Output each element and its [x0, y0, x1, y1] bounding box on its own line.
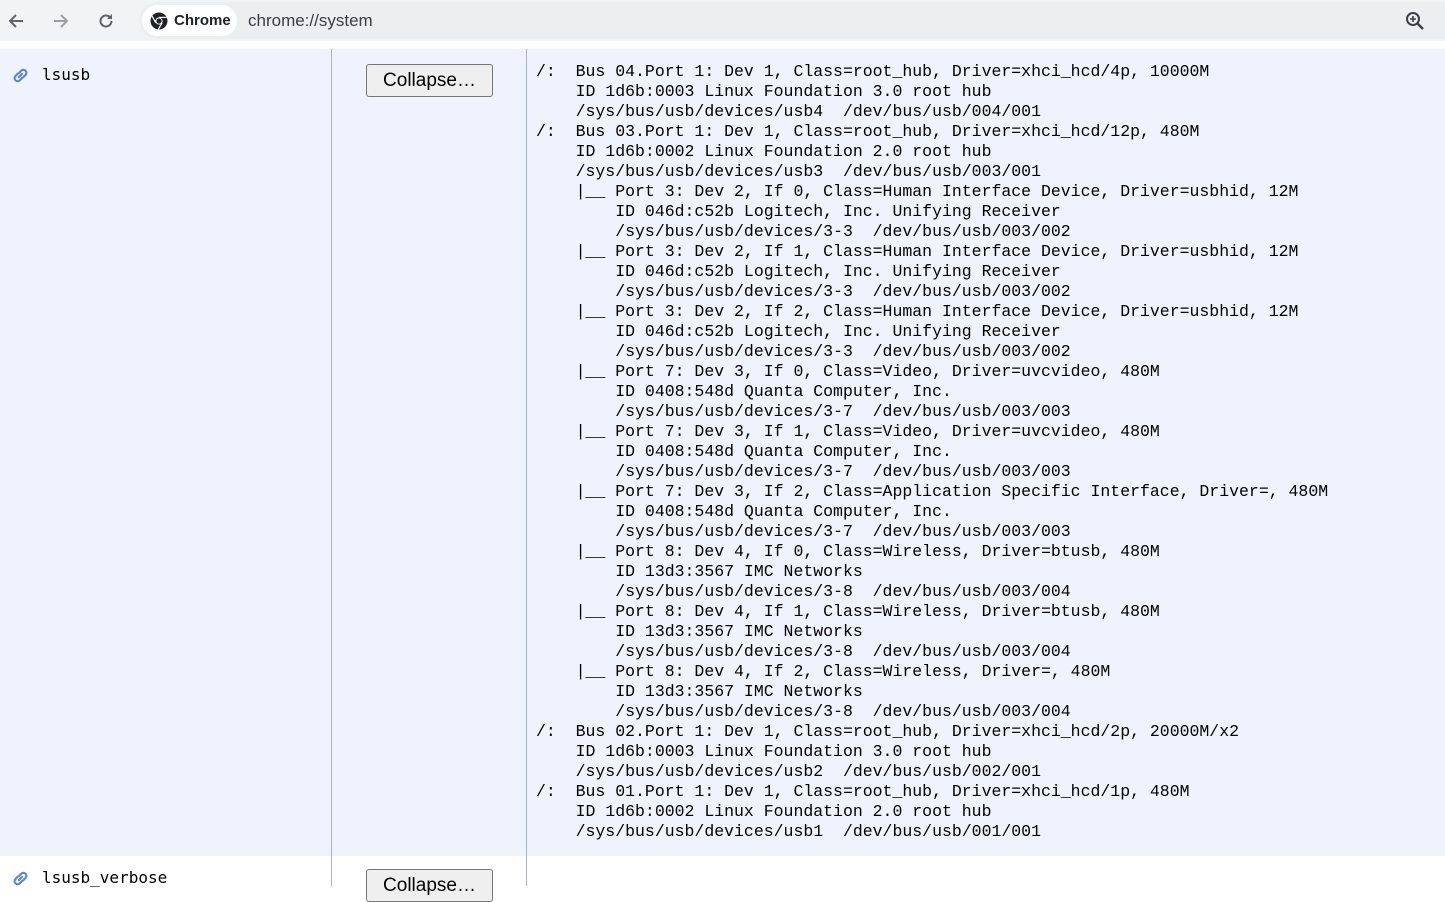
log-line: |__ Port 8: Dev 4, If 0, Class=Wireless,… — [536, 542, 1160, 561]
log-line: ID 1d6b:0003 Linux Foundation 3.0 root h… — [536, 742, 992, 761]
browser-toolbar: Chrome chrome://system — [0, 0, 1445, 41]
row-value-cell: /: Bus 04.Port 1: Dev 1, Class=root_hub,… — [527, 49, 1445, 856]
log-line: /sys/bus/usb/devices/usb2 /dev/bus/usb/0… — [536, 762, 1041, 781]
log-line: ID 0408:548d Quanta Computer, Inc. — [536, 382, 952, 401]
chip-label: Chrome — [174, 12, 231, 29]
log-line: /sys/bus/usb/devices/3-3 /dev/bus/usb/00… — [536, 222, 1071, 241]
zoom-icon[interactable] — [1404, 10, 1426, 32]
log-line: ID 0408:548d Quanta Computer, Inc. — [536, 502, 952, 521]
reload-icon — [99, 14, 113, 28]
log-line: ID 1d6b:0002 Linux Foundation 2.0 root h… — [536, 802, 992, 821]
log-line: ID 13d3:3567 IMC Networks — [536, 622, 863, 641]
log-line: ID 046d:c52b Logitech, Inc. Unifying Rec… — [536, 322, 1061, 341]
log-line: /: Bus 03.Port 1: Dev 1, Class=root_hub,… — [536, 122, 1200, 141]
reload-button[interactable] — [91, 6, 121, 36]
log-line: ID 0408:548d Quanta Computer, Inc. — [536, 442, 952, 461]
forward-button[interactable] — [46, 6, 76, 36]
row-value-cell — [527, 856, 1445, 886]
log-line: /sys/bus/usb/devices/usb1 /dev/bus/usb/0… — [536, 822, 1041, 841]
log-line: ID 13d3:3567 IMC Networks — [536, 682, 863, 701]
log-line: ID 13d3:3567 IMC Networks — [536, 562, 863, 581]
link-icon[interactable] — [10, 65, 31, 86]
url-text[interactable]: chrome://system — [248, 11, 373, 31]
collapse-button[interactable]: Collapse… — [366, 64, 493, 97]
log-line: /sys/bus/usb/devices/usb4 /dev/bus/usb/0… — [536, 102, 1041, 121]
forward-arrow-icon — [54, 14, 69, 28]
log-line: ID 1d6b:0003 Linux Foundation 3.0 root h… — [536, 82, 992, 101]
table-row: lsusb_verbose Collapse… — [0, 856, 1445, 902]
log-line: /sys/bus/usb/devices/3-7 /dev/bus/usb/00… — [536, 462, 1071, 481]
log-line: |__ Port 8: Dev 4, If 2, Class=Wireless,… — [536, 662, 1111, 681]
log-line: |__ Port 3: Dev 2, If 2, Class=Human Int… — [536, 302, 1299, 321]
log-line: /sys/bus/usb/devices/usb3 /dev/bus/usb/0… — [536, 162, 1041, 181]
back-arrow-icon — [8, 14, 23, 28]
log-line: /sys/bus/usb/devices/3-3 /dev/bus/usb/00… — [536, 282, 1071, 301]
row-name: lsusb — [42, 65, 91, 84]
log-line: /sys/bus/usb/devices/3-3 /dev/bus/usb/00… — [536, 342, 1071, 361]
log-line: |__ Port 7: Dev 3, If 1, Class=Video, Dr… — [536, 422, 1160, 441]
row-name-cell: lsusb — [0, 49, 332, 856]
link-icon[interactable] — [10, 868, 31, 889]
log-line: /sys/bus/usb/devices/3-8 /dev/bus/usb/00… — [536, 582, 1071, 601]
log-line: ID 046d:c52b Logitech, Inc. Unifying Rec… — [536, 202, 1061, 221]
log-line: |__ Port 3: Dev 2, If 1, Class=Human Int… — [536, 242, 1299, 261]
row-button-cell: Collapse… — [332, 856, 527, 902]
log-line: /: Bus 04.Port 1: Dev 1, Class=root_hub,… — [536, 62, 1210, 81]
table-row: lsusb Collapse… /: Bus 04.Port 1: Dev 1,… — [0, 49, 1445, 856]
collapse-button[interactable]: Collapse… — [366, 869, 493, 902]
chrome-logo-icon — [150, 12, 168, 30]
site-info-chip[interactable]: Chrome — [142, 5, 237, 36]
log-line: /sys/bus/usb/devices/3-8 /dev/bus/usb/00… — [536, 642, 1071, 661]
row-name: lsusb_verbose — [42, 868, 168, 887]
log-line: /sys/bus/usb/devices/3-7 /dev/bus/usb/00… — [536, 522, 1071, 541]
address-bar[interactable]: Chrome chrome://system — [139, 2, 1445, 39]
log-line: /: Bus 02.Port 1: Dev 1, Class=root_hub,… — [536, 722, 1240, 741]
row-button-cell: Collapse… — [332, 49, 527, 856]
row-name-cell: lsusb_verbose — [0, 856, 332, 889]
log-line: ID 1d6b:0002 Linux Foundation 2.0 root h… — [536, 142, 992, 161]
log-line: ID 046d:c52b Logitech, Inc. Unifying Rec… — [536, 262, 1061, 281]
lsusb-output: /: Bus 04.Port 1: Dev 1, Class=root_hub,… — [536, 62, 1328, 842]
log-line: |__ Port 7: Dev 3, If 0, Class=Video, Dr… — [536, 362, 1160, 381]
toolbar-divider — [0, 41, 1445, 49]
log-line: /: Bus 01.Port 1: Dev 1, Class=root_hub,… — [536, 782, 1190, 801]
log-line: |__ Port 8: Dev 4, If 1, Class=Wireless,… — [536, 602, 1160, 621]
log-line: /sys/bus/usb/devices/3-8 /dev/bus/usb/00… — [536, 702, 1071, 721]
log-line: |__ Port 3: Dev 2, If 0, Class=Human Int… — [536, 182, 1299, 201]
back-button[interactable] — [1, 6, 31, 36]
log-line: |__ Port 7: Dev 3, If 2, Class=Applicati… — [536, 482, 1329, 501]
log-line: /sys/bus/usb/devices/3-7 /dev/bus/usb/00… — [536, 402, 1071, 421]
